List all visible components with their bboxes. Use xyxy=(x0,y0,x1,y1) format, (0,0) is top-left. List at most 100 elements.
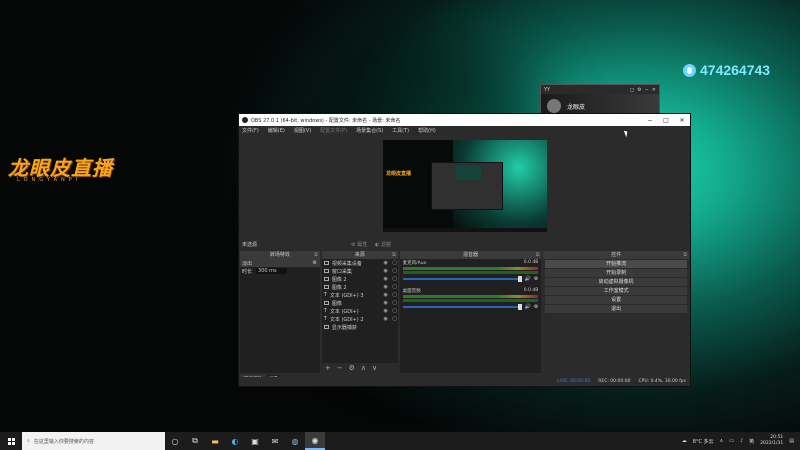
volume-slider[interactable] xyxy=(402,275,522,282)
system-tray: ☁ 8°C 多云 ∧ ▭ ♪ 英 20:51 2022/1/31 ▤ xyxy=(682,435,800,447)
exit-button[interactable]: 退出 xyxy=(545,305,687,313)
eye-icon[interactable]: ◉ xyxy=(383,284,389,290)
gear-icon[interactable]: ⚙ xyxy=(534,304,538,310)
minimize-icon[interactable]: − xyxy=(642,117,658,124)
notification-icon[interactable]: ▤ xyxy=(789,438,794,444)
gear-icon[interactable]: ⚙ xyxy=(349,364,355,372)
close-icon[interactable]: ✕ xyxy=(674,117,690,124)
eye-icon[interactable]: ◉ xyxy=(383,300,389,306)
speaker-icon[interactable]: 🔊 xyxy=(525,276,531,282)
lock-icon[interactable]: ▢ xyxy=(392,284,398,290)
dock-float-icon[interactable]: ⧉ xyxy=(314,251,318,259)
lock-icon[interactable]: ▢ xyxy=(392,308,398,314)
duration-input[interactable]: 300 ms xyxy=(256,268,287,274)
obs-titlebar[interactable]: OBS 27.0.1 (64-bit, windows) - 配置文件: 未命名… xyxy=(239,114,690,126)
cortana-icon[interactable]: ○ xyxy=(165,432,185,450)
settings-button[interactable]: 设置 xyxy=(545,296,687,304)
source-item[interactable]: T 文本 (GDI+) 3 ◉ ▢ xyxy=(322,291,398,299)
eye-icon[interactable]: ◉ xyxy=(383,308,389,314)
store-icon[interactable]: ▣ xyxy=(245,432,265,450)
source-name: 文本 (GDI+) 2 xyxy=(329,316,364,323)
search-icon: ⌕ xyxy=(27,438,30,444)
filters-button[interactable]: ◐ 滤镜 xyxy=(375,241,391,248)
popup-menu-icon[interactable]: ◻ xyxy=(630,87,634,93)
add-icon[interactable]: + xyxy=(325,364,331,372)
task-view-icon[interactable]: ⧉ xyxy=(185,432,205,450)
maximize-icon[interactable]: □ xyxy=(658,117,674,124)
source-item[interactable]: 图像 2 ◉ ▢ xyxy=(322,275,398,283)
menu-scene-collection[interactable]: 场景集合(S) xyxy=(356,127,383,134)
dock-float-icon[interactable]: ⧉ xyxy=(392,251,396,259)
image-icon xyxy=(323,285,329,289)
eye-icon[interactable]: ◉ xyxy=(383,316,389,322)
edge-icon[interactable]: ◐ xyxy=(225,432,245,450)
start-button[interactable] xyxy=(0,432,22,450)
weather-text[interactable]: 8°C 多云 xyxy=(693,438,714,445)
avatar[interactable] xyxy=(547,99,561,113)
clock[interactable]: 20:51 2022/1/31 xyxy=(760,435,783,447)
studio-mode-button[interactable]: 工作室模式 xyxy=(545,287,687,295)
volume-slider[interactable] xyxy=(402,303,522,310)
obs-logo-icon xyxy=(242,117,248,123)
steam-icon[interactable]: ◍ xyxy=(285,432,305,450)
popup-close-icon[interactable]: ✕ xyxy=(652,87,656,93)
source-item[interactable]: T 文本 (GDI+) 2 ◉ ▢ xyxy=(322,315,398,323)
input-language[interactable]: 英 xyxy=(749,438,754,445)
source-item[interactable]: 显示器捕获 xyxy=(322,323,398,331)
eye-icon[interactable]: ◉ xyxy=(383,268,389,274)
source-item[interactable]: 视频采集设备 ◉ ▢ xyxy=(322,259,398,267)
image-icon xyxy=(323,301,329,305)
taskbar-search[interactable]: ⌕ 在这里输入你要搜索的内容 xyxy=(22,432,165,450)
gear-icon[interactable]: ⚙ xyxy=(534,276,538,282)
lock-icon[interactable]: ▢ xyxy=(392,268,398,274)
lock-icon[interactable]: ▢ xyxy=(392,276,398,282)
source-item[interactable]: 图像 ◉ ▢ xyxy=(322,299,398,307)
popup-username: 龙眼皮 xyxy=(567,103,586,111)
track-name: 麦克风/Aux xyxy=(402,261,427,266)
weather-icon[interactable]: ☁ xyxy=(682,438,687,444)
start-recording-button[interactable]: 开始录制 xyxy=(545,269,687,277)
start-virtual-camera-button[interactable]: 启动虚拟摄像机 xyxy=(545,278,687,286)
chevron-up-icon[interactable]: ∧ xyxy=(720,438,724,444)
speaker-icon[interactable]: 🔊 xyxy=(525,304,531,310)
down-icon[interactable]: ∨ xyxy=(372,364,377,372)
sources-footer: + − ⚙ ∧ ∨ xyxy=(321,363,398,373)
dock-float-icon[interactable]: ⧉ xyxy=(536,251,540,259)
menu-file[interactable]: 文件(F) xyxy=(242,127,259,134)
source-item[interactable]: T 文本 (GDI+) ◉ ▢ xyxy=(322,307,398,315)
eye-icon[interactable]: ◉ xyxy=(383,276,389,282)
source-item[interactable]: 图像 2 ◉ ▢ xyxy=(322,283,398,291)
transition-select[interactable]: 淡出 ⚙ xyxy=(240,259,320,267)
eye-icon[interactable]: ◉ xyxy=(383,260,389,266)
menu-tools[interactable]: 工具(T) xyxy=(392,127,409,134)
network-icon[interactable]: ▭ xyxy=(729,438,734,444)
popup-min-icon[interactable]: − xyxy=(645,87,649,93)
menu-view[interactable]: 视图(V) xyxy=(294,127,311,134)
menu-profile[interactable]: 配置文件(P) xyxy=(320,127,347,134)
file-explorer-icon[interactable]: ▬ xyxy=(205,432,225,450)
menu-edit[interactable]: 编辑(E) xyxy=(268,127,285,134)
mail-icon[interactable]: ✉ xyxy=(265,432,285,450)
dock-float-icon[interactable]: ⧉ xyxy=(683,251,687,259)
lock-icon[interactable]: ▢ xyxy=(392,316,398,322)
up-icon[interactable]: ∧ xyxy=(361,364,366,372)
transition-settings-icon[interactable]: ⚙ xyxy=(312,260,319,266)
lock-icon[interactable]: ▢ xyxy=(392,260,398,266)
obs-title: OBS 27.0.1 (64-bit, windows) - 配置文件: 未命名… xyxy=(251,117,401,124)
popup-settings-icon[interactable]: ⚙ xyxy=(637,87,641,93)
lock-icon[interactable]: ▢ xyxy=(392,292,398,298)
mixer-header: 混音器 ⧉ xyxy=(399,251,542,259)
remove-icon[interactable]: − xyxy=(337,364,343,372)
source-item[interactable]: 窗口采集 ◉ ▢ xyxy=(322,267,398,275)
eye-icon[interactable]: ◉ xyxy=(383,292,389,298)
source-name: 显示器捕获 xyxy=(331,324,357,331)
lock-icon[interactable]: ▢ xyxy=(392,300,398,306)
obs-taskbar-icon[interactable]: ◉ xyxy=(305,432,325,450)
start-streaming-button[interactable]: 开始推流 xyxy=(545,260,687,268)
properties-button[interactable]: ⚙ 属性 xyxy=(351,241,367,248)
volume-icon[interactable]: ♪ xyxy=(740,438,743,444)
preview-canvas[interactable]: 龙眼皮直播 xyxy=(383,140,547,232)
menu-help[interactable]: 帮助(H) xyxy=(418,127,436,134)
cpu-status: CPU: 0.4%, 30.00 fps xyxy=(638,379,687,384)
obs-window[interactable]: OBS 27.0.1 (64-bit, windows) - 配置文件: 未命名… xyxy=(238,113,691,387)
